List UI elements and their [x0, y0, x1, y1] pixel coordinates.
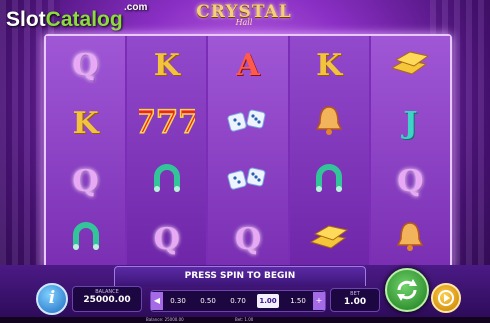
symbol-q: Q [397, 163, 424, 199]
svg-text:777: 777 [139, 103, 195, 141]
symbol-q: Q [72, 47, 99, 83]
watermark-dotcom: .com [124, 2, 148, 13]
reel-cell: Q [208, 210, 287, 268]
watermark-slot: Slot [6, 8, 46, 31]
info-icon: i [48, 288, 56, 308]
bet-options: 0.30 0.50 0.70 1.00 1.50 [163, 294, 313, 308]
symbol-q: Q [234, 221, 262, 257]
bet-option[interactable]: 1.00 [257, 294, 279, 308]
game-screen: SlotCatalog .com CRYSTAL Hall Q K Q K 777 Q A Q… [0, 0, 490, 323]
balance-display: BALANCE 25000.00 [72, 286, 142, 312]
bet-decrease-button[interactable]: ◀ [151, 292, 163, 310]
reel-cell [371, 210, 450, 268]
bet-selector: ◀ 0.30 0.50 0.70 1.00 1.50 + [150, 290, 326, 312]
bet-option[interactable]: 0.70 [227, 294, 249, 308]
bet-option[interactable]: 0.50 [197, 294, 219, 308]
reel-5: JQ [370, 36, 451, 268]
reel-cell: K [127, 36, 206, 94]
symbol-k: K [316, 47, 343, 83]
bet-option[interactable]: 1.50 [287, 294, 309, 308]
horseshoe-icon [311, 161, 347, 201]
bell-icon [311, 103, 347, 143]
status-bar: Balance: 25000.00 Bet: 1.00 [0, 317, 490, 323]
reel-3: AQ [208, 36, 288, 268]
balance-value: 25000.00 [83, 295, 131, 305]
777-icon: 777 [133, 101, 201, 145]
reel-cell [46, 210, 125, 268]
slotcatalog-watermark: SlotCatalog .com [6, 2, 147, 32]
reel-cell: Q [46, 152, 125, 210]
symbol-a: A [236, 47, 260, 83]
reel-cell [208, 94, 287, 152]
reel-cell [290, 94, 369, 152]
info-button[interactable]: i [36, 283, 68, 315]
status-bet: Bet: 1.00 [235, 317, 254, 322]
bet-display: BET 1.00 [330, 288, 380, 312]
autoplay-button[interactable] [431, 283, 461, 313]
reel-grid[interactable]: Q K Q K 777 Q A Q K J Q [44, 34, 452, 270]
horseshoe-icon [68, 219, 104, 259]
reel-cell: Q [371, 152, 450, 210]
symbol-k: K [153, 47, 180, 83]
reel-cell: 777 [127, 94, 206, 152]
reel-cell: A [208, 36, 287, 94]
symbol-k: K [72, 105, 99, 141]
reel-cell: Q [127, 210, 206, 268]
reel-cell: J [371, 94, 450, 152]
reel-cell [208, 152, 287, 210]
reel-cell [127, 152, 206, 210]
play-icon [438, 290, 454, 306]
gold-bars-icon [307, 220, 351, 258]
dice-icon [226, 106, 270, 140]
bell-icon [392, 219, 428, 259]
dice-icon [226, 164, 270, 198]
reel-cell [290, 152, 369, 210]
reel-2: K 777 Q [127, 36, 207, 268]
reel-cell [371, 36, 450, 94]
reel-cell: Q [46, 36, 125, 94]
reel-cell [290, 210, 369, 268]
symbol-q: Q [153, 221, 180, 257]
reel-cell: K [290, 36, 369, 94]
watermark-catalog: Catalog [45, 8, 123, 31]
status-balance: Balance: 25000.00 [146, 317, 184, 322]
horseshoe-icon [149, 161, 185, 201]
bet-increase-button[interactable]: + [313, 292, 325, 310]
refresh-arrows-icon [397, 279, 417, 301]
spin-button[interactable] [385, 268, 429, 312]
message-bar: PRESS SPIN TO BEGIN [114, 266, 366, 286]
gold-bars-icon [388, 46, 432, 84]
game-logo: CRYSTAL Hall [188, 2, 300, 27]
bet-option[interactable]: 0.30 [167, 294, 189, 308]
bet-value: 1.00 [343, 297, 367, 307]
reel-cell: K [46, 94, 125, 152]
symbol-q: Q [72, 163, 99, 199]
reel-4: K [289, 36, 369, 268]
reel-1: QKQ [46, 36, 126, 268]
symbol-j: J [403, 105, 418, 141]
